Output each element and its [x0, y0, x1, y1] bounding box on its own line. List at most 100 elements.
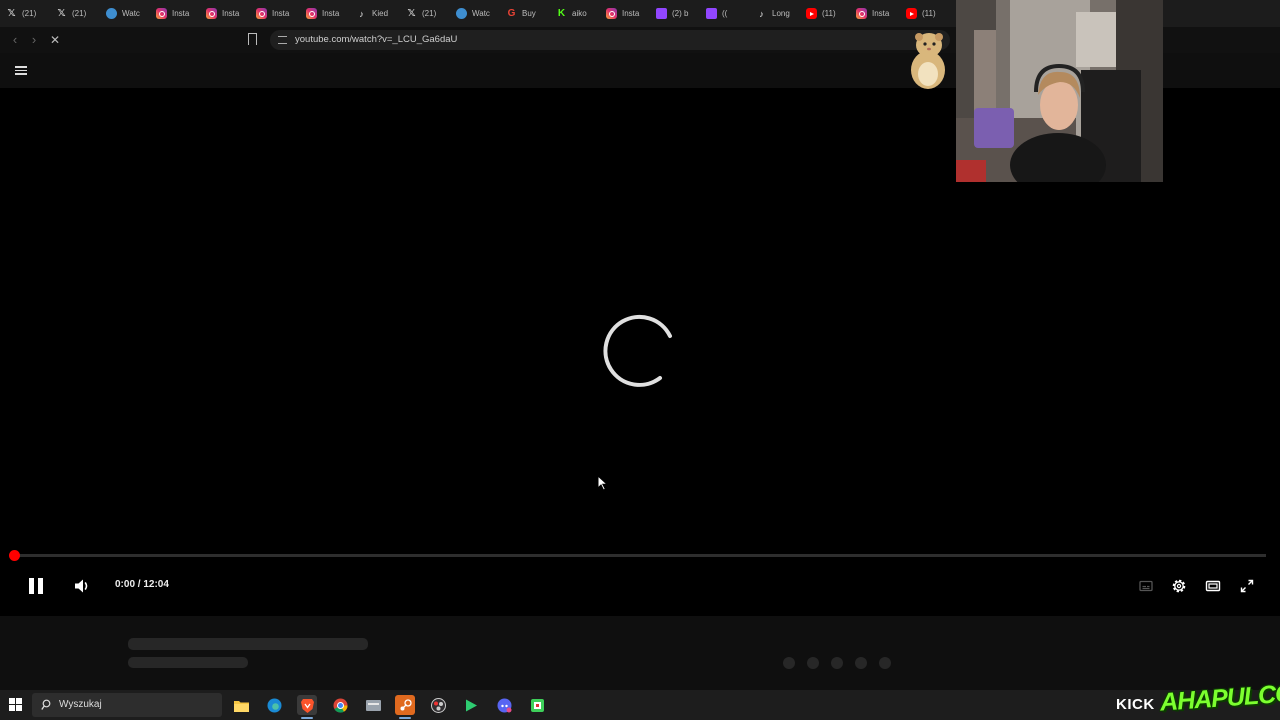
- tab-label: Kied: [372, 9, 389, 18]
- tab-label: ((: [722, 9, 728, 18]
- menu-icon[interactable]: [15, 66, 27, 75]
- browser-tab[interactable]: (11): [800, 0, 850, 27]
- kick-channel-name: AHAPULCO: [1159, 679, 1280, 717]
- fullscreen-icon[interactable]: [1239, 578, 1255, 594]
- browser-tab[interactable]: ((: [700, 0, 750, 27]
- tab-label: (21): [422, 9, 437, 18]
- youtube-icon: [806, 8, 817, 19]
- browser-tab[interactable]: Insta: [150, 0, 200, 27]
- address-bar[interactable]: youtube.com/watch?v=_LCU_Ga6daU: [270, 30, 950, 50]
- google-icon: G: [507, 8, 516, 19]
- browser-tab[interactable]: (11): [900, 0, 950, 27]
- steam-icon[interactable]: [395, 695, 415, 719]
- progress-bar[interactable]: [14, 554, 1266, 557]
- browser-tab[interactable]: Insta: [300, 0, 350, 27]
- back-button[interactable]: ‹: [8, 33, 22, 47]
- tiktok-icon: ♪: [359, 8, 364, 19]
- browser-tab[interactable]: Insta: [200, 0, 250, 27]
- browser-tab[interactable]: Kaiko: [550, 0, 600, 27]
- instagram-icon: [256, 8, 267, 19]
- tab-label: Insta: [322, 9, 340, 18]
- tab-label: Insta: [222, 9, 240, 18]
- browser-tab[interactable]: Insta: [250, 0, 300, 27]
- instagram-icon: [306, 8, 317, 19]
- twitch-icon: [706, 8, 717, 19]
- action-placeholder: [783, 657, 795, 669]
- time-display: 0:00 / 12:04: [115, 579, 169, 590]
- browser-tab[interactable]: ♪ Kied: [350, 0, 400, 27]
- instagram-icon: [856, 8, 867, 19]
- action-placeholder: [855, 657, 867, 669]
- forward-button[interactable]: ›: [27, 33, 41, 47]
- file-manager-icon[interactable]: [363, 695, 383, 715]
- action-placeholder: [879, 657, 891, 669]
- browser-tab[interactable]: 𝕏 (21): [50, 0, 100, 27]
- tab-label: Watc: [122, 9, 140, 18]
- tab-label: (21): [72, 9, 87, 18]
- subtitles-icon[interactable]: [1138, 578, 1154, 594]
- tab-label: (21): [22, 9, 37, 18]
- theater-mode-icon[interactable]: [1205, 578, 1221, 594]
- bookmark-icon[interactable]: [248, 33, 257, 49]
- discord-icon[interactable]: [494, 695, 514, 715]
- tab-label: Insta: [622, 9, 640, 18]
- channel-placeholder: [128, 657, 248, 668]
- browser-tab[interactable]: Insta: [850, 0, 900, 27]
- tab-label: (11): [822, 9, 836, 18]
- edge-icon[interactable]: [264, 695, 284, 715]
- site-info-icon[interactable]: [278, 36, 287, 44]
- browser-tab[interactable]: (2) b: [650, 0, 700, 27]
- hamster-sticker-icon: [911, 33, 945, 89]
- browser-tab[interactable]: Watc: [100, 0, 150, 27]
- windows-start-icon[interactable]: [9, 698, 22, 711]
- progress-scrubber[interactable]: [9, 550, 20, 561]
- search-icon: [41, 699, 51, 710]
- pause-button[interactable]: [29, 578, 43, 594]
- x-icon: 𝕏: [407, 8, 416, 19]
- x-icon: 𝕏: [7, 8, 16, 19]
- obs-icon[interactable]: [428, 695, 448, 715]
- tab-label: Buy: [522, 9, 536, 18]
- browser-tab[interactable]: G Buy: [500, 0, 550, 27]
- tab-label: Insta: [872, 9, 890, 18]
- twitch-icon: [656, 8, 667, 19]
- tab-label: (2) b: [672, 9, 689, 18]
- windows-taskbar: Wyszukaj: [0, 690, 1280, 720]
- tiktok-icon: ♪: [759, 8, 764, 19]
- search-placeholder: Wyszukaj: [59, 699, 102, 710]
- action-placeholder: [831, 657, 843, 669]
- watch-icon: [106, 8, 117, 19]
- instagram-icon: [156, 8, 167, 19]
- browser-tab[interactable]: Watc: [450, 0, 500, 27]
- taskbar-search-box[interactable]: Wyszukaj: [32, 693, 222, 717]
- instagram-icon: [606, 8, 617, 19]
- tab-label: aiko: [572, 9, 587, 18]
- kick-icon: K: [557, 8, 566, 19]
- kick-label: KICK: [1116, 696, 1155, 713]
- browser-tab[interactable]: 𝕏 (21): [0, 0, 50, 27]
- tab-label: Insta: [172, 9, 190, 18]
- volume-icon[interactable]: [74, 578, 92, 594]
- play-icon[interactable]: [461, 695, 481, 715]
- loading-spinner-icon: [603, 314, 672, 387]
- video-info-skeleton: [0, 616, 1280, 690]
- tab-label: Long: [772, 9, 790, 18]
- instagram-icon: [206, 8, 217, 19]
- file-explorer-icon[interactable]: [231, 695, 251, 715]
- title-placeholder: [128, 638, 368, 650]
- x-icon: 𝕏: [57, 8, 66, 19]
- tab-label: (11): [922, 9, 936, 18]
- mouse-cursor-icon: [597, 475, 609, 491]
- stop-loading-button[interactable]: ✕: [48, 33, 62, 47]
- app-icon[interactable]: [527, 695, 547, 715]
- settings-gear-icon[interactable]: [1171, 578, 1187, 594]
- chrome-icon[interactable]: [330, 695, 350, 715]
- brave-icon[interactable]: [297, 695, 317, 719]
- browser-tab[interactable]: 𝕏 (21): [400, 0, 450, 27]
- youtube-icon: [906, 8, 917, 19]
- url-text: youtube.com/watch?v=_LCU_Ga6daU: [295, 34, 458, 45]
- watch-icon: [456, 8, 467, 19]
- browser-tab[interactable]: ♪ Long: [750, 0, 800, 27]
- browser-tab[interactable]: Insta: [600, 0, 650, 27]
- tab-label: Insta: [272, 9, 290, 18]
